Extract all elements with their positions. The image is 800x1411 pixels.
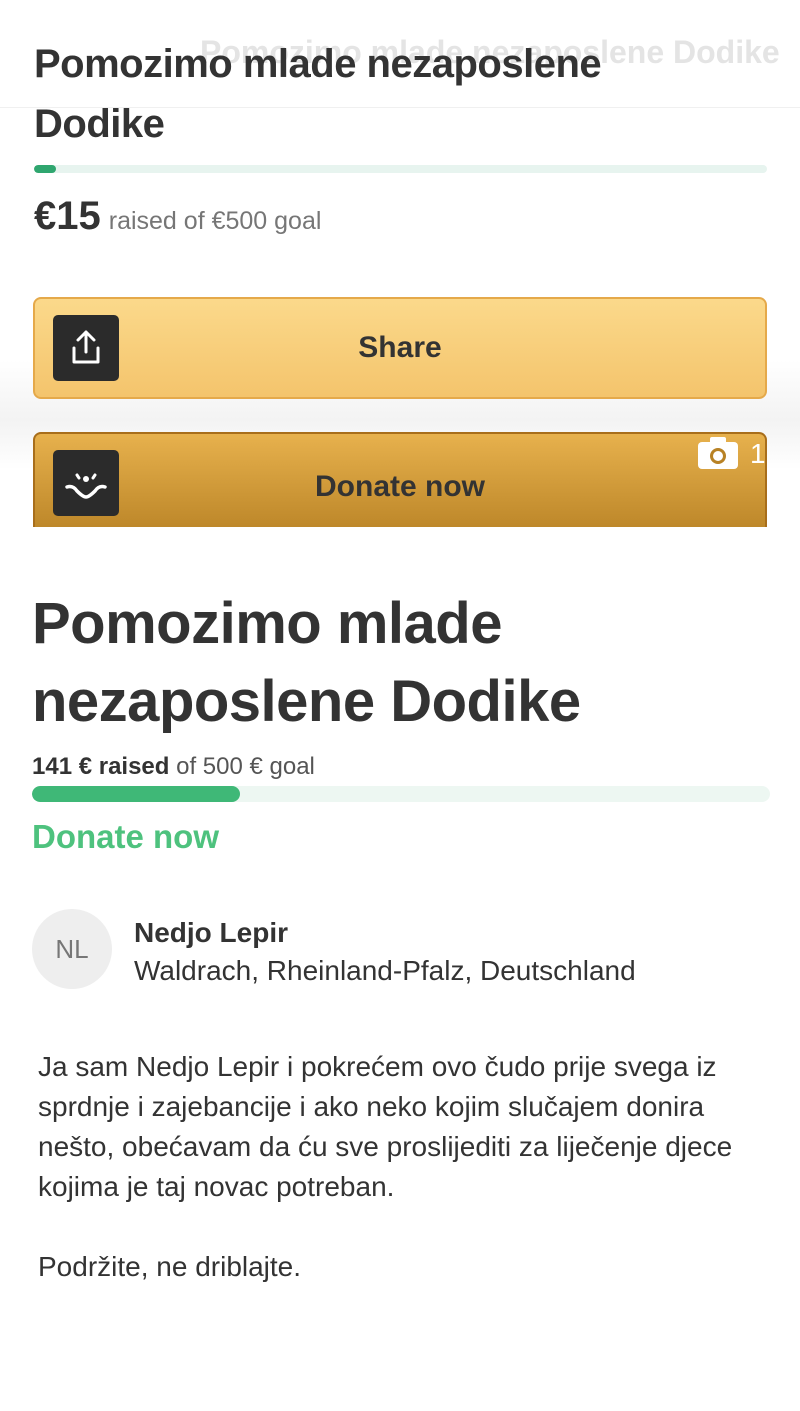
progress-bar-main-fill bbox=[32, 786, 241, 802]
avatar: NL bbox=[32, 909, 112, 989]
donate-button-label: Donate now bbox=[315, 470, 485, 503]
bottom-screenshot: Pomozimo mlade nezaposlene Dodike 141 € … bbox=[0, 527, 800, 1411]
campaign-title-main: Pomozimo mlade nezaposlene Dodike bbox=[32, 591, 581, 734]
progress-bar bbox=[34, 165, 767, 173]
organizer-location: Waldrach, Rheinland-Pfalz, Deutschland bbox=[134, 955, 636, 986]
goal-text-main: of 500 € goal bbox=[169, 753, 315, 780]
campaign-story: Ja sam Nedjo Lepir i pokrećem ovo čudo p… bbox=[38, 1047, 778, 1287]
donate-now-button[interactable]: Donate now bbox=[33, 432, 767, 527]
share-button-label: Share bbox=[358, 331, 442, 364]
goal-text: raised of €500 goal bbox=[108, 207, 322, 235]
photo-count: 1 bbox=[750, 438, 766, 469]
share-upload-icon bbox=[53, 315, 119, 381]
raised-summary: 141 € raised of 500 € goal bbox=[32, 753, 315, 781]
campaign-title: Pomozimo mlade nezaposlene Dodike bbox=[34, 42, 602, 146]
top-screenshot: Pomozimo mlade nezaposlene Dodike Pomozi… bbox=[0, 0, 800, 527]
raised-amount: €15 raised of €500 goal bbox=[34, 194, 321, 239]
organizer-name[interactable]: Nedjo Lepir bbox=[134, 917, 288, 949]
story-paragraph: Ja sam Nedjo Lepir i pokrećem ovo čudo p… bbox=[38, 1051, 733, 1202]
donate-now-link[interactable]: Donate now bbox=[32, 818, 219, 856]
camera-icon bbox=[697, 436, 739, 470]
story-paragraph: Podržite, ne driblajte. bbox=[38, 1251, 302, 1282]
progress-bar-fill bbox=[34, 165, 56, 173]
donate-hands-icon bbox=[53, 450, 119, 516]
raised-amount-strong: 141 € raised bbox=[32, 753, 170, 780]
share-button[interactable]: Share bbox=[33, 297, 767, 399]
progress-bar-main bbox=[32, 786, 770, 802]
amount-raised: €15 bbox=[34, 194, 101, 238]
